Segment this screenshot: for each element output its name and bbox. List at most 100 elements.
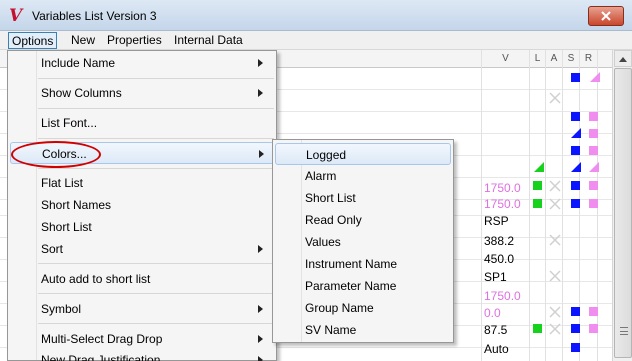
menu-item-new-drag-justification[interactable]: New Drag Justification [8, 349, 276, 361]
menu-item-list-font[interactable]: List Font... [8, 112, 276, 134]
column-header-a[interactable]: A [545, 50, 562, 68]
menu-separator [38, 323, 274, 324]
menu-item-multi-select-drag-drop[interactable]: Multi-Select Drag Drop [8, 328, 276, 350]
submenu-item-values[interactable]: Values [273, 231, 453, 253]
submenu-item-alarm[interactable]: Alarm [273, 165, 453, 187]
menu-item-include-name[interactable]: Include Name [8, 52, 276, 74]
scroll-thumb[interactable] [614, 68, 632, 358]
read-only-triangle-icon [590, 72, 600, 82]
column-divider [545, 50, 546, 361]
value-marker [589, 199, 598, 208]
menu-item-label: Include Name [41, 56, 116, 70]
menu-item-label: Flat List [41, 176, 84, 190]
menu-item-auto-add-short-list[interactable]: Auto add to short list [8, 268, 276, 290]
grip-icon [620, 327, 628, 335]
value-marker [589, 307, 598, 316]
window-title: Variables List Version 3 [32, 9, 157, 23]
menu-separator [38, 108, 274, 109]
submenu-arrow-icon [258, 356, 263, 361]
title-bar: V Variables List Version 3 [0, 0, 632, 31]
column-divider [529, 50, 530, 361]
logged-triangle-icon [571, 128, 581, 138]
menu-item-sort[interactable]: Sort [8, 238, 276, 260]
submenu-item-parameter-name[interactable]: Parameter Name [273, 275, 453, 297]
menu-item-flat-list[interactable]: Flat List [8, 172, 276, 194]
menu-item-label: Symbol [41, 302, 82, 316]
submenu-arrow-icon [258, 59, 263, 67]
submenu-item-logged[interactable]: Logged [275, 143, 451, 165]
short-list-marker [571, 324, 580, 333]
short-list-marker [571, 307, 580, 316]
logged-triangle-icon [571, 162, 581, 172]
menu-internal-data[interactable]: Internal Data [171, 32, 246, 49]
menu-item-label: Auto add to short list [41, 272, 151, 286]
cross-icon [549, 270, 561, 282]
menu-separator [38, 78, 274, 79]
menu-item-label: Short Names [41, 198, 112, 212]
value-cell: Auto [484, 342, 509, 356]
value-cell: RSP [484, 214, 509, 228]
menu-separator [38, 138, 274, 139]
menu-separator [38, 293, 274, 294]
short-list-marker [571, 343, 580, 352]
menu-bar: Options New Properties Internal Data [0, 31, 632, 50]
short-list-marker [571, 73, 580, 82]
menu-separator [38, 263, 274, 264]
short-list-marker [571, 112, 580, 121]
cross-icon [549, 180, 561, 192]
menu-item-symbol[interactable]: Symbol [8, 298, 276, 320]
options-menu: Include Name Show Columns List Font... C… [7, 50, 277, 361]
cross-icon [549, 306, 561, 318]
value-cell: SP1 [484, 270, 507, 284]
scroll-up-button[interactable] [614, 50, 632, 67]
cross-icon [549, 92, 561, 104]
close-icon [601, 11, 611, 21]
cross-icon [549, 234, 561, 246]
submenu-arrow-icon [258, 89, 263, 97]
close-button[interactable] [588, 6, 624, 26]
menu-item-label: Multi-Select Drag Drop [41, 332, 163, 346]
column-header-r[interactable]: R [579, 50, 597, 68]
menu-separator [38, 168, 274, 169]
menu-item-short-names[interactable]: Short Names [8, 194, 276, 216]
alarm-marker [533, 199, 542, 208]
cross-icon [549, 198, 561, 210]
menu-item-show-columns[interactable]: Show Columns [8, 82, 276, 104]
column-header-l[interactable]: L [529, 50, 545, 68]
read-only-triangle-icon [589, 162, 599, 172]
alarm-marker [533, 181, 542, 190]
submenu-item-sv-name[interactable]: SV Name [273, 319, 453, 341]
menu-item-label: List Font... [41, 116, 98, 130]
submenu-arrow-icon [258, 245, 263, 253]
menu-options[interactable]: Options [8, 32, 58, 49]
svg-text:V: V [9, 6, 24, 24]
value-cell: 87.5 [484, 323, 508, 337]
cross-icon [549, 323, 561, 335]
menu-properties[interactable]: Properties [104, 32, 165, 49]
alarm-marker [533, 324, 542, 333]
column-divider [562, 50, 563, 361]
menu-item-label: Show Columns [41, 86, 122, 100]
submenu-arrow-icon [258, 335, 263, 343]
submenu-arrow-icon [259, 150, 264, 158]
short-list-marker [571, 199, 580, 208]
submenu-item-group-name[interactable]: Group Name [273, 297, 453, 319]
menu-item-short-list[interactable]: Short List [8, 216, 276, 238]
column-header-s[interactable]: S [562, 50, 579, 68]
short-list-marker [571, 181, 580, 190]
column-header-v[interactable]: V [481, 50, 529, 68]
submenu-item-instrument-name[interactable]: Instrument Name [273, 253, 453, 275]
red-circle-annotation [11, 141, 101, 168]
app-logo-icon: V [9, 6, 24, 24]
chevron-up-icon [619, 56, 627, 62]
submenu-arrow-icon [258, 305, 263, 313]
submenu-item-read-only[interactable]: Read Only [273, 209, 453, 231]
colors-submenu: Logged Alarm Short List Read Only Values… [272, 139, 454, 343]
submenu-item-short-list[interactable]: Short List [273, 187, 453, 209]
value-marker [589, 146, 598, 155]
menu-new[interactable]: New [68, 32, 98, 49]
value-marker [589, 112, 598, 121]
short-list-marker [571, 146, 580, 155]
value-marker [589, 324, 598, 333]
vertical-scrollbar[interactable] [612, 50, 632, 361]
